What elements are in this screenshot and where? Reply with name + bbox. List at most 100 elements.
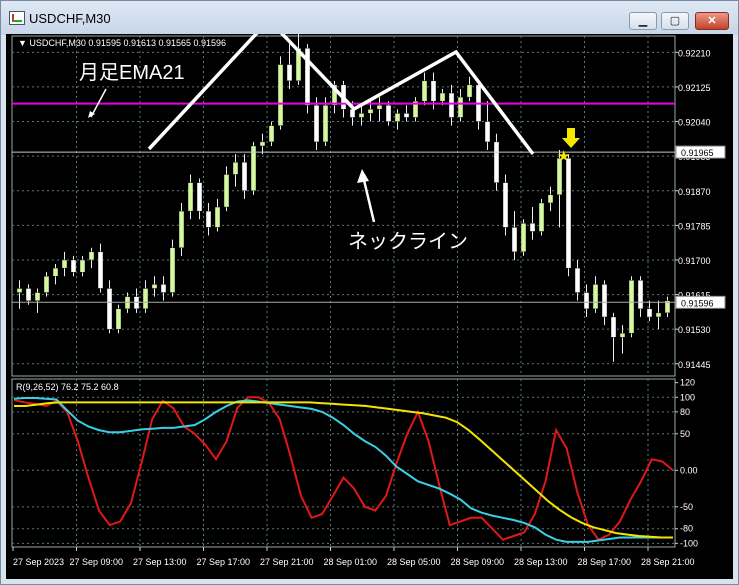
price-tick-label: 0.92040 <box>678 118 711 128</box>
candle-body <box>394 113 401 122</box>
candle-body <box>655 312 662 318</box>
candle-body <box>322 105 329 143</box>
candle-body <box>484 121 491 143</box>
osc-tick-label: 80 <box>680 407 690 417</box>
chart-app-icon <box>9 11 25 25</box>
candle-body <box>358 113 365 118</box>
window-title: USDCHF,M30 <box>29 11 111 26</box>
candle-body <box>619 333 626 338</box>
price-tick-label: 0.92210 <box>678 48 711 58</box>
candle-body <box>565 157 572 269</box>
osc-tick-label: -100 <box>680 538 698 548</box>
price-tick-label: 0.91785 <box>678 221 711 231</box>
candle-body <box>205 210 212 228</box>
candle-body <box>574 267 581 293</box>
candle-body <box>106 288 113 330</box>
price-tick-label: 0.92125 <box>678 83 711 93</box>
candle-body <box>421 80 428 102</box>
neckline-label: ネックライン <box>348 230 468 253</box>
close-icon: ✕ <box>707 15 717 27</box>
candle-body <box>376 105 383 110</box>
minimize-icon: ▁ <box>638 15 648 27</box>
time-tick-label: 27 Sep 2023 <box>13 557 64 567</box>
maximize-icon: ▢ <box>669 15 681 27</box>
time-tick-label: 27 Sep 17:00 <box>197 557 251 567</box>
chart-background <box>6 34 733 579</box>
candle-body <box>43 276 50 293</box>
candle-body <box>259 141 266 147</box>
candle-body <box>601 284 608 318</box>
time-tick-label: 27 Sep 09:00 <box>70 557 124 567</box>
candle-body <box>223 174 230 208</box>
candle-body <box>367 109 374 114</box>
osc-tick-label: 100 <box>680 392 695 402</box>
candle-body <box>151 284 158 289</box>
ema-label: 月足EMA21 <box>79 62 185 84</box>
candle-body <box>439 92 446 102</box>
candle-body <box>214 206 221 228</box>
candle-body <box>385 105 392 122</box>
time-tick-label: 28 Sep 13:00 <box>514 557 568 567</box>
candle-body <box>502 182 509 228</box>
candle-body <box>268 125 275 143</box>
candle-body <box>97 251 104 289</box>
candle-body <box>547 194 554 204</box>
candle-body <box>610 316 617 338</box>
candle-body <box>250 145 257 191</box>
candle-body <box>457 96 464 118</box>
candle-body <box>430 80 437 102</box>
candle-body <box>25 288 32 301</box>
entry-star-icon: ★ <box>557 148 570 165</box>
candle-body <box>52 267 59 277</box>
osc-tick-label: 120 <box>680 378 695 388</box>
candle-body <box>16 288 23 293</box>
candle-body <box>169 247 176 293</box>
price-tick-label: 0.91870 <box>678 187 711 197</box>
candle-body <box>637 280 644 310</box>
candle-body <box>79 259 86 273</box>
time-tick-label: 27 Sep 13:00 <box>133 557 187 567</box>
candle-body <box>493 141 500 183</box>
candle-body <box>241 162 248 191</box>
candle-body <box>277 64 284 126</box>
candle-body <box>196 182 203 212</box>
maximize-button[interactable]: ▢ <box>661 12 689 30</box>
candle-body <box>628 280 635 334</box>
price-tag-label: 0.91596 <box>681 298 714 308</box>
title-bar[interactable]: USDCHF,M30 ▁ ▢ ✕ <box>1 1 738 35</box>
candle-body <box>403 113 410 118</box>
time-tick-label: 28 Sep 09:00 <box>451 557 505 567</box>
minimize-button[interactable]: ▁ <box>629 12 657 30</box>
candle-body <box>115 308 122 330</box>
price-pane-header: ▼ USDCHF,M30 0.91595 0.91613 0.91565 0.9… <box>18 38 226 48</box>
candle-body <box>448 92 455 118</box>
candle-body <box>511 227 518 253</box>
candle-body <box>142 288 149 310</box>
candle-body <box>232 162 239 175</box>
candle-body <box>592 284 599 310</box>
osc-tick-label: 0.00 <box>680 465 698 475</box>
chart-canvas[interactable]: 0.922100.921250.920400.919550.918700.917… <box>6 34 733 579</box>
candle-body <box>529 223 536 232</box>
candle-body <box>466 84 473 98</box>
candle-body <box>61 259 68 269</box>
price-tick-label: 0.91700 <box>678 256 711 266</box>
candle-body <box>646 308 653 318</box>
osc-tick-label: -80 <box>680 524 693 534</box>
osc-tick-label: -50 <box>680 502 693 512</box>
time-tick-label: 27 Sep 21:00 <box>260 557 314 567</box>
candle-body <box>583 292 590 310</box>
price-tick-label: 0.91530 <box>678 325 711 335</box>
candle-body <box>88 251 95 261</box>
candle-body <box>187 182 194 212</box>
time-tick-label: 28 Sep 01:00 <box>324 557 378 567</box>
oscillator-header: R(9,26,52) 76.2 75.2 60.8 <box>16 382 119 392</box>
candle-body <box>286 64 293 82</box>
time-tick-label: 28 Sep 05:00 <box>387 557 441 567</box>
candle-body <box>34 292 41 301</box>
candle-body <box>160 284 167 293</box>
candle-body <box>520 223 527 253</box>
candle-body <box>70 259 77 273</box>
candle-body <box>178 210 185 248</box>
close-button[interactable]: ✕ <box>695 12 729 30</box>
